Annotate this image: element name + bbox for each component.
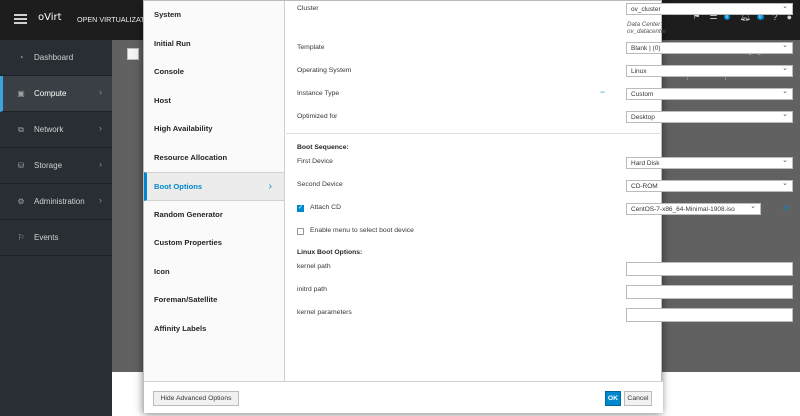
second-device-select[interactable]: CD-ROM: [626, 179, 793, 192]
dashboard-icon: ◔: [18, 53, 24, 62]
attach-cd-label: Attach CD: [310, 204, 341, 211]
new-vm-dialog: System Initial Run Console Host High Ava…: [143, 0, 793, 413]
kernel-parameters-input[interactable]: [626, 308, 793, 322]
optimized-for-label: Optimized for: [297, 113, 338, 120]
link-icon[interactable]: ⇔: [599, 89, 606, 96]
network-icon: ⧉: [18, 124, 24, 134]
sidebar-item-compute[interactable]: ▣ Compute ›: [0, 76, 112, 112]
sidebar-item-network[interactable]: ⧉ Network ›: [0, 112, 112, 148]
boot-sequence-title: Boot Sequence:: [297, 144, 349, 151]
first-device-select[interactable]: Hard Disk: [626, 156, 793, 169]
tab-icon[interactable]: Icon: [144, 258, 284, 287]
tab-random-generator[interactable]: Random Generator: [144, 201, 284, 230]
os-select[interactable]: Linux: [626, 64, 793, 77]
sidebar: ◔ Dashboard ▣ Compute › ⧉ Network › ⛁ Storage ›…: [0, 40, 112, 416]
linux-boot-options-title: Linux Boot Options:: [297, 249, 363, 256]
boot-options-panel: Cluster ov_cluster Data Center: ov_datac…: [286, 1, 793, 381]
tab-host[interactable]: Host: [144, 87, 284, 116]
divider: [286, 133, 662, 134]
chevron-right-icon: ›: [99, 123, 102, 133]
tab-console[interactable]: Console: [144, 58, 284, 87]
os-label: Operating System: [297, 67, 352, 74]
storage-icon: ⛁: [17, 161, 25, 170]
cancel-button[interactable]: Cancel: [624, 391, 652, 406]
template-select[interactable]: Blank | (0): [626, 41, 793, 54]
tab-label: Boot Options: [154, 181, 203, 191]
hamburger-menu-icon[interactable]: [14, 14, 27, 24]
optimized-for-select[interactable]: Desktop: [626, 110, 793, 123]
attach-cd-checkbox[interactable]: [297, 204, 304, 212]
boot-menu-label: Enable menu to select boot device: [310, 227, 414, 234]
cluster-label: Cluster: [297, 5, 319, 12]
data-center-note: Data Center: ov_datacenter: [627, 21, 667, 35]
flag-icon: ⚐: [17, 233, 25, 242]
initrd-path-label: initrd path: [297, 286, 327, 293]
kernel-path-label: kernel path: [297, 263, 331, 270]
sidebar-item-storage[interactable]: ⛁ Storage ›: [0, 148, 112, 184]
gear-icon: ⚙: [17, 197, 25, 206]
tab-initial-run[interactable]: Initial Run: [144, 30, 284, 59]
hide-advanced-options-button[interactable]: Hide Advanced Options: [153, 391, 239, 406]
tab-system[interactable]: System: [144, 1, 284, 30]
dialog-footer: Hide Advanced Options OK Cancel: [144, 381, 663, 413]
instance-type-select[interactable]: Custom: [626, 87, 793, 100]
chevron-right-icon: ›: [268, 181, 272, 192]
tab-affinity-labels[interactable]: Affinity Labels: [144, 315, 284, 344]
boot-menu-checkbox[interactable]: [297, 228, 304, 235]
refresh-icon[interactable]: [127, 48, 139, 60]
template-label: Template: [297, 44, 325, 51]
sidebar-item-administration[interactable]: ⚙ Administration ›: [0, 184, 112, 220]
ok-button[interactable]: OK: [605, 391, 621, 406]
brand-subtitle: OPEN VIRTUALIZATI: [77, 15, 147, 24]
tab-custom-properties[interactable]: Custom Properties: [144, 229, 284, 258]
initrd-path-input[interactable]: [626, 285, 793, 299]
chevron-right-icon: ›: [99, 195, 102, 205]
chevron-right-icon: ›: [99, 87, 102, 97]
brand-logo: oVirt: [38, 12, 62, 23]
tab-foreman-satellite[interactable]: Foreman/Satellite: [144, 286, 284, 315]
sidebar-item-events[interactable]: ⚐ Events: [0, 220, 112, 256]
sidebar-item-dashboard[interactable]: ◔ Dashboard: [0, 40, 112, 76]
second-device-label: Second Device: [297, 181, 343, 188]
attach-cd-select[interactable]: CentOS-7-x86_64-Minimal-1908.iso: [626, 202, 761, 215]
tab-high-availability[interactable]: High Availability: [144, 115, 284, 144]
kernel-path-input[interactable]: [626, 262, 793, 276]
cluster-select[interactable]: ov_cluster: [626, 2, 793, 15]
tab-resource-allocation[interactable]: Resource Allocation: [144, 144, 284, 173]
dialog-tab-list: System Initial Run Console Host High Ava…: [144, 1, 285, 381]
tab-boot-options[interactable]: Boot Options ›: [144, 172, 284, 201]
refresh-icon[interactable]: ⟳: [783, 204, 790, 213]
compute-icon: ▣: [17, 89, 25, 98]
first-device-label: First Device: [297, 158, 333, 165]
kernel-parameters-label: kernel parameters: [297, 309, 352, 316]
chevron-right-icon: ›: [99, 159, 102, 169]
instance-type-label: Instance Type: [297, 90, 340, 97]
